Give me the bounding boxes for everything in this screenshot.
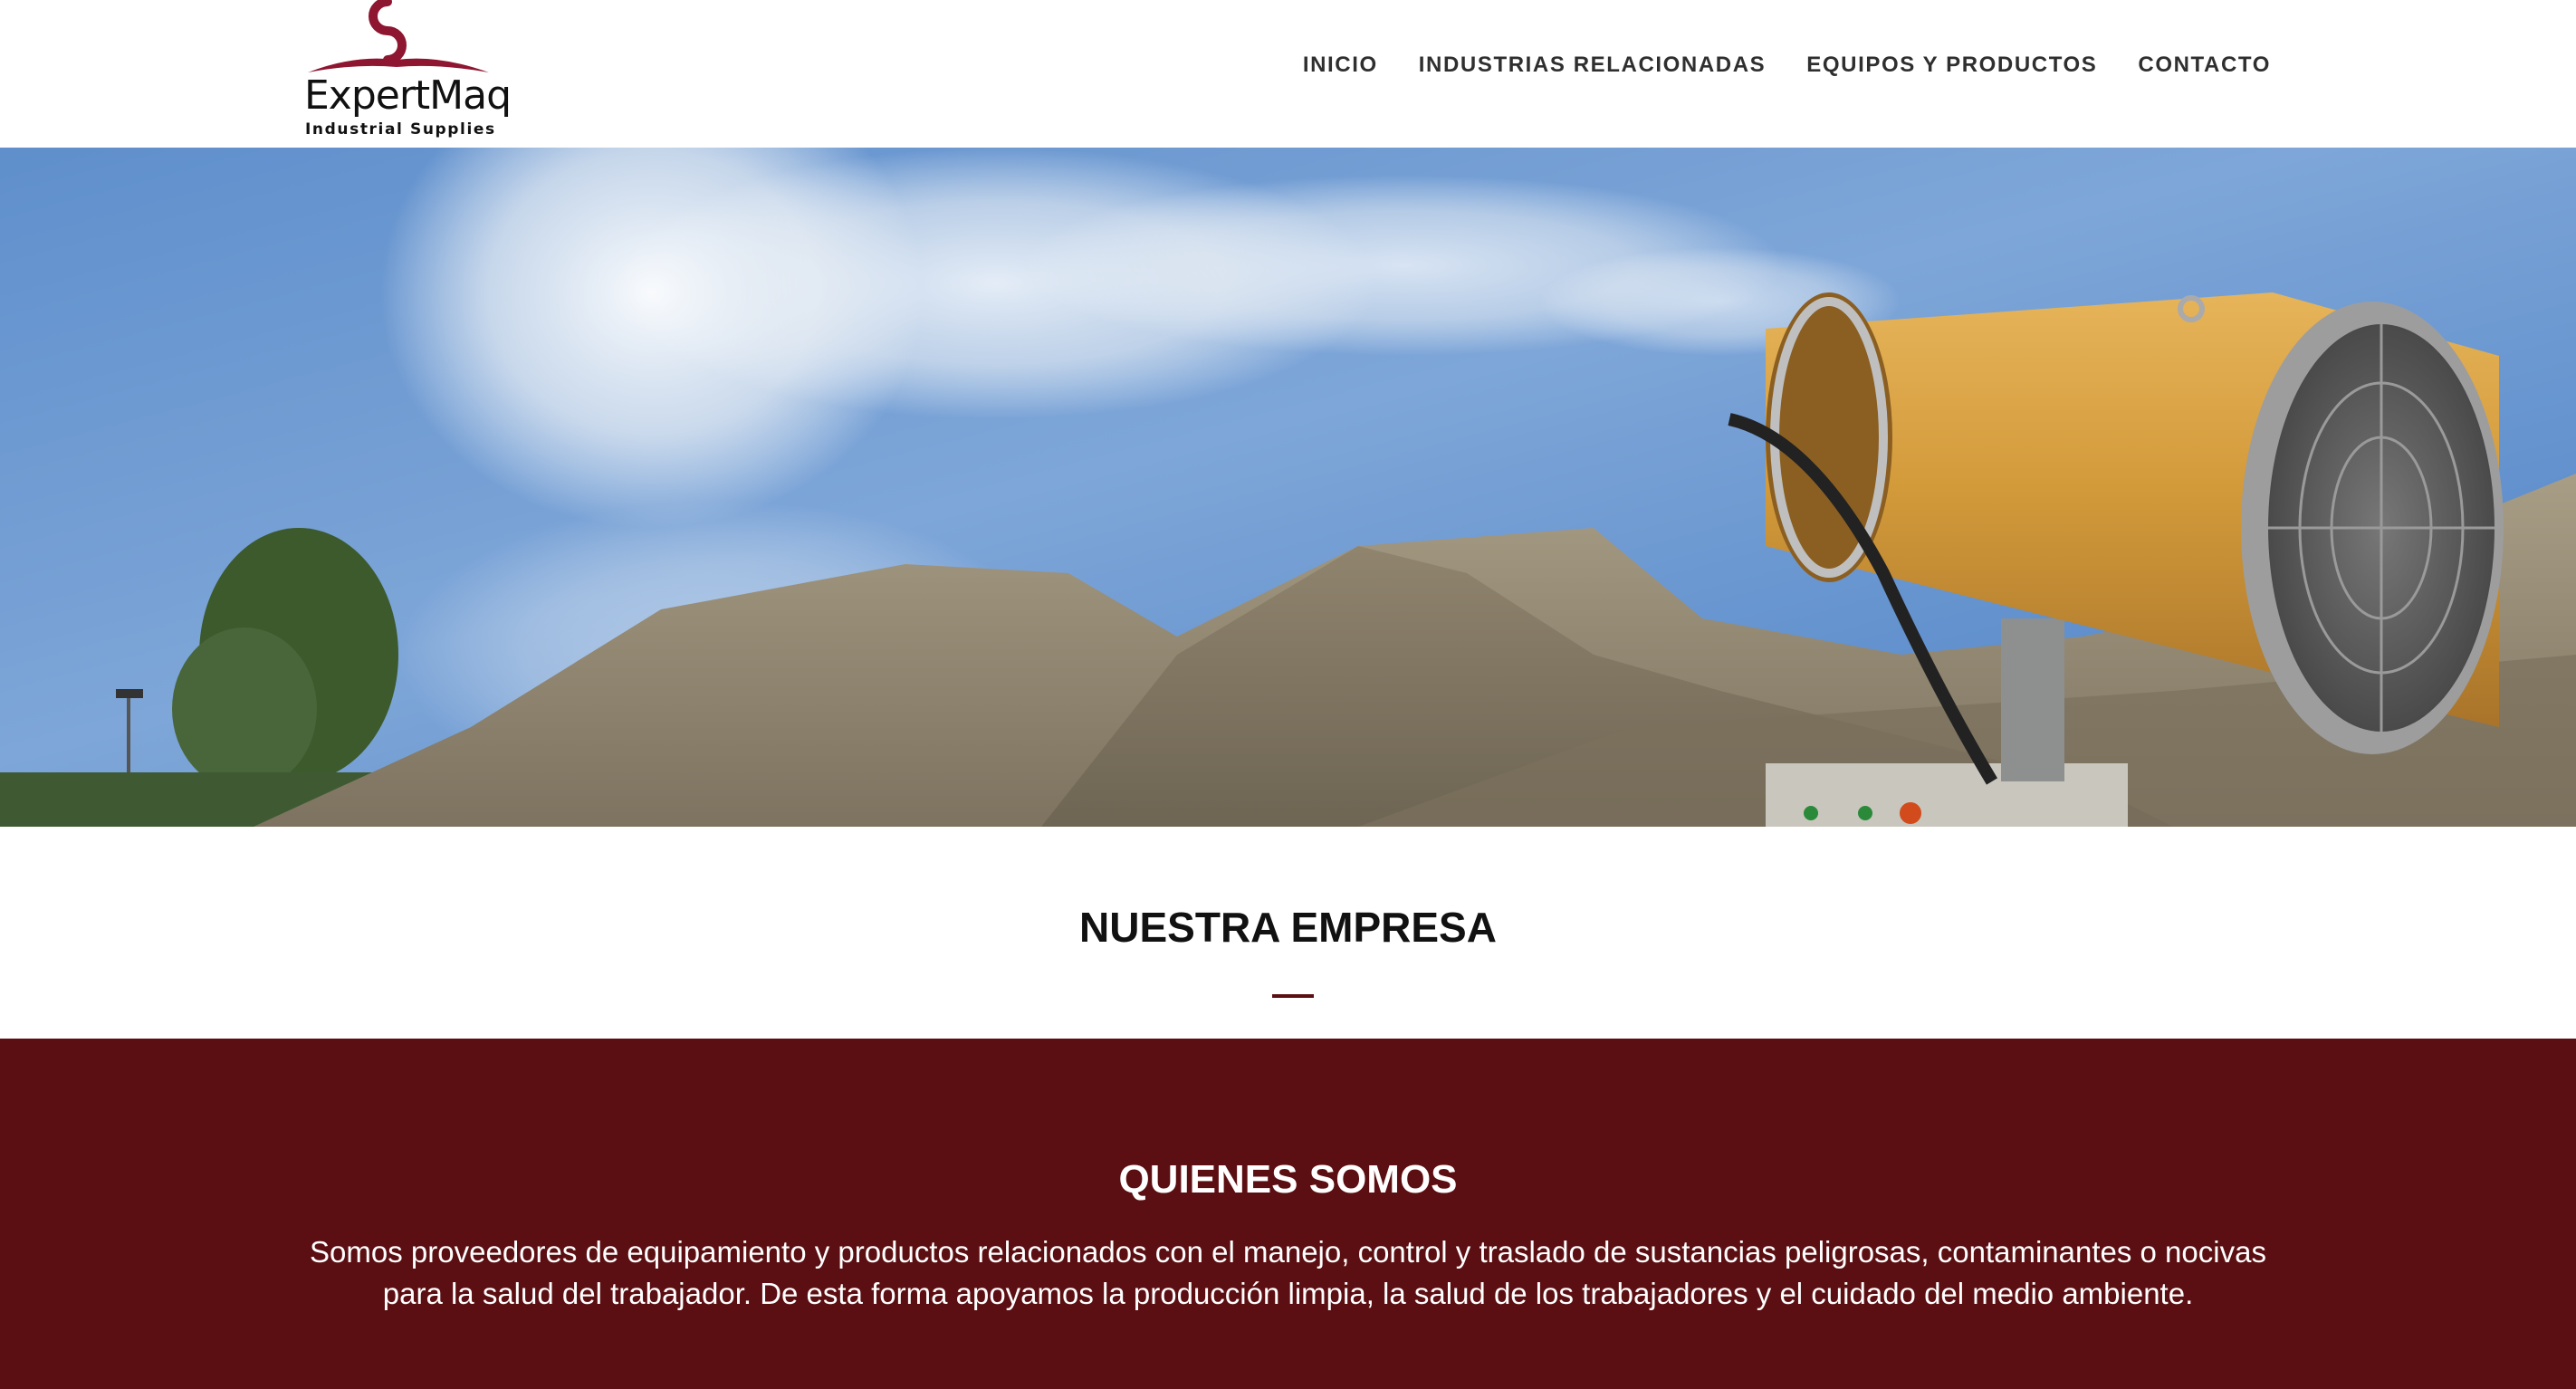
nuestra-empresa-section: NUESTRA EMPRESA <box>0 827 2576 1039</box>
about-heading: QUIENES SOMOS <box>1118 1157 1458 1202</box>
logo-emblem-icon <box>308 0 489 72</box>
hero-image <box>0 148 2576 827</box>
nav-item-contacto[interactable]: CONTACTO <box>2138 52 2271 79</box>
section-heading: NUESTRA EMPRESA <box>1079 904 1497 951</box>
heading-divider <box>1272 994 1314 998</box>
logo[interactable]: ExpertMaq Industrial Supplies <box>301 0 512 145</box>
logo-name: ExpertMaq <box>304 72 512 119</box>
nav-item-inicio[interactable]: INICIO <box>1303 52 1378 79</box>
quienes-somos-section: QUIENES SOMOS Somos proveedores de equip… <box>0 1039 2576 1389</box>
site-header: ExpertMaq Industrial Supplies INICIO IND… <box>0 0 2576 148</box>
logo-tagline: Industrial Supplies <box>305 120 496 139</box>
main-nav: INICIO INDUSTRIAS RELACIONADAS EQUIPOS Y… <box>1303 52 2271 79</box>
hero-banner <box>0 148 2576 827</box>
about-body: Somos proveedores de equipamiento y prod… <box>310 1235 2266 1310</box>
nav-item-equipos-y-productos[interactable]: EQUIPOS Y PRODUCTOS <box>1806 52 2097 79</box>
nav-item-industrias-relacionadas[interactable]: INDUSTRIAS RELACIONADAS <box>1419 52 1766 79</box>
